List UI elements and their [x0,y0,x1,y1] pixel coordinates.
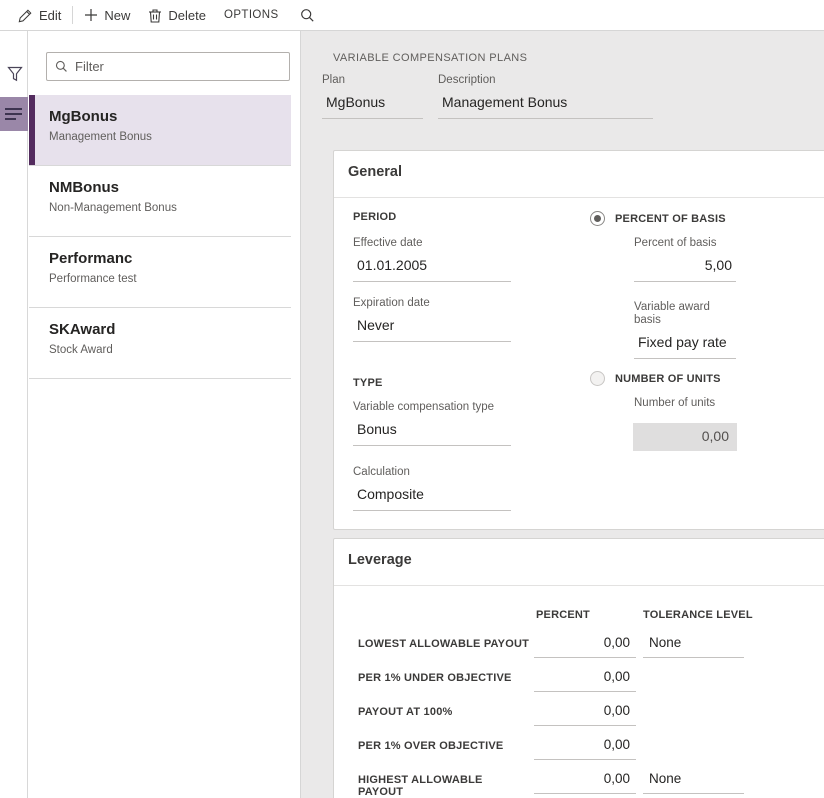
pencil-icon [18,8,33,23]
plan-item-title: SKAward [49,321,281,339]
radio-selected-icon [590,211,605,226]
edit-button[interactable]: Edit [9,0,70,30]
row-label: PER 1% OVER OBJECTIVE [358,740,530,752]
description-field-value[interactable]: Management Bonus [438,92,653,119]
list-item-mgbonus[interactable]: MgBonus Management Bonus [29,95,291,166]
delete-button[interactable]: Delete [139,0,215,30]
tolerance-cell[interactable]: None [643,629,744,658]
percent-cell[interactable]: 0,00 [534,629,636,658]
percent-of-basis-radio[interactable]: PERCENT OF BASIS [590,211,726,226]
percent-of-basis-radio-label: PERCENT OF BASIS [615,213,726,225]
plan-item-title: MgBonus [49,108,281,126]
effective-date-label: Effective date [353,237,511,250]
description-field: Description Management Bonus [438,74,653,119]
row-label: LOWEST ALLOWABLE PAYOUT [358,638,530,650]
trash-icon [148,8,162,23]
plan-field: Plan MgBonus [322,74,423,119]
pane-toggle-icon[interactable] [0,97,28,131]
list-item-nmbonus[interactable]: NMBonus Non-Management Bonus [29,166,291,237]
percent-cell[interactable]: 0,00 [534,765,636,794]
period-group-caption: PERIOD [353,211,396,223]
delete-button-label: Delete [168,8,206,23]
type-group-caption: TYPE [353,377,383,389]
effective-date-field: Effective date 01.01.2005 [353,237,511,282]
table-row-highest-allowable-payout: HIGHEST ALLOWABLE PAYOUT 0,00 None [334,765,824,798]
percent-cell[interactable]: 0,00 [534,731,636,760]
plan-item-subtitle: Non-Management Bonus [49,201,281,215]
tolerance-cell [643,731,744,760]
new-button[interactable]: New [75,0,139,30]
magnifier-icon [300,8,315,23]
card-divider [334,197,824,198]
percent-column-header: PERCENT [536,609,590,621]
table-row-per-1-under-objective: PER 1% UNDER OBJECTIVE 0,00 [334,663,824,697]
number-of-units-value: 0,00 [633,423,737,451]
compensation-type-field: Variable compensation type Bonus [353,401,511,446]
page-caption: VARIABLE COMPENSATION PLANS [333,52,527,64]
description-field-label: Description [438,74,653,87]
compensation-type-value[interactable]: Bonus [353,419,511,446]
radio-unselected-icon [590,371,605,386]
edit-button-label: Edit [39,8,61,23]
filter-funnel-icon[interactable] [7,66,23,82]
compensation-type-label: Variable compensation type [353,401,511,414]
number-of-units-radio[interactable]: NUMBER OF UNITS [590,371,721,386]
action-toolbar: Edit New Delete OPTIONS [0,0,824,31]
tolerance-cell[interactable]: None [643,765,744,794]
calculation-field: Calculation Composite [353,466,511,511]
options-button[interactable]: OPTIONS [215,0,288,30]
table-row-lowest-allowable-payout: LOWEST ALLOWABLE PAYOUT 0,00 None [334,629,824,663]
plan-detail-pane: VARIABLE COMPENSATION PLANS Plan MgBonus… [301,31,824,798]
plan-item-subtitle: Performance test [49,272,281,286]
leverage-card-title[interactable]: Leverage [348,552,412,568]
filter-box [46,52,290,81]
percent-cell[interactable]: 0,00 [534,663,636,692]
plan-field-value[interactable]: MgBonus [322,92,423,119]
card-divider [334,585,824,586]
effective-date-value[interactable]: 01.01.2005 [353,255,511,282]
table-row-per-1-over-objective: PER 1% OVER OBJECTIVE 0,00 [334,731,824,765]
search-button[interactable] [288,0,327,30]
row-label: HIGHEST ALLOWABLE PAYOUT [358,774,530,798]
left-icon-rail [0,31,28,798]
plan-item-subtitle: Management Bonus [49,130,281,144]
variable-award-basis-field: Variable award basis Fixed pay rate [634,301,736,359]
list-item-skaward[interactable]: SKAward Stock Award [29,308,291,379]
plan-item-subtitle: Stock Award [49,343,281,357]
new-button-label: New [104,8,130,23]
percent-of-basis-field: Percent of basis 5,00 [634,237,736,282]
expiration-date-field: Expiration date Never [353,297,511,342]
leverage-card: Leverage PERCENT TOLERANCE LEVEL LOWEST … [333,538,824,798]
plan-item-title: NMBonus [49,179,281,197]
variable-award-basis-value[interactable]: Fixed pay rate [634,332,736,359]
toolbar-separator [72,6,73,24]
number-of-units-radio-label: NUMBER OF UNITS [615,373,721,385]
general-card-title[interactable]: General [348,164,402,180]
variable-award-basis-label: Variable award basis [634,301,736,327]
calculation-value[interactable]: Composite [353,484,511,511]
general-card: General PERIOD Effective date 01.01.2005… [333,150,824,530]
magnifier-icon [55,60,68,73]
plus-icon [84,8,98,22]
row-label: PAYOUT AT 100% [358,706,530,718]
percent-of-basis-value[interactable]: 5,00 [634,255,736,282]
list-item-performanc[interactable]: Performanc Performance test [29,237,291,308]
tolerance-cell [643,663,744,692]
plans-sidebar: MgBonus Management Bonus NMBonus Non-Man… [28,31,301,798]
calculation-label: Calculation [353,466,511,479]
table-row-payout-at-100: PAYOUT AT 100% 0,00 [334,697,824,731]
plan-item-title: Performanc [49,250,281,268]
expiration-date-value[interactable]: Never [353,315,511,342]
tolerance-column-header: TOLERANCE LEVEL [643,609,753,621]
plan-field-label: Plan [322,74,423,87]
tolerance-cell [643,697,744,726]
plan-list: MgBonus Management Bonus NMBonus Non-Man… [29,95,291,379]
filter-input[interactable] [75,59,281,74]
options-button-label: OPTIONS [224,9,279,21]
number-of-units-label: Number of units [634,397,715,410]
expiration-date-label: Expiration date [353,297,511,310]
percent-of-basis-label: Percent of basis [634,237,736,250]
row-label: PER 1% UNDER OBJECTIVE [358,672,530,684]
percent-cell[interactable]: 0,00 [534,697,636,726]
